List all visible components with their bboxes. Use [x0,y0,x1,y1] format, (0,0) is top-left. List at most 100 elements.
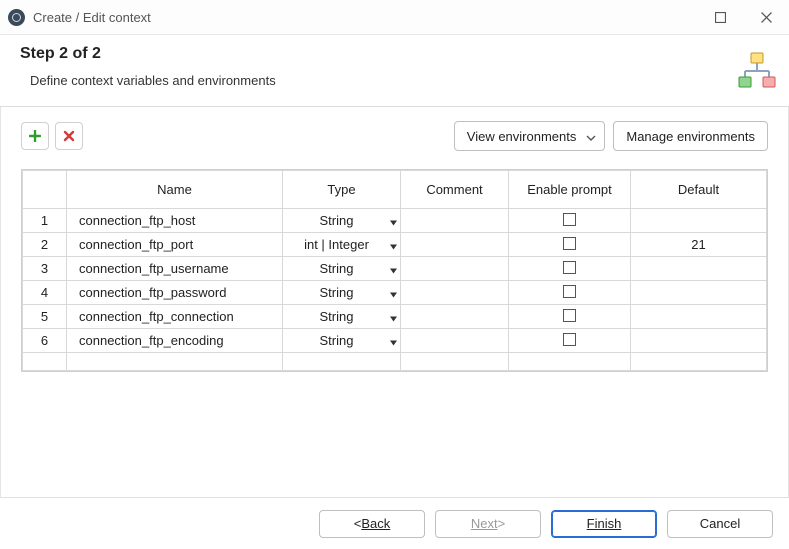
view-environments-label: View environments [467,129,577,144]
comment-cell[interactable] [401,209,509,233]
wizard-body: View environments Manage environments N [0,107,789,497]
enable-prompt-cell[interactable] [509,329,631,353]
table-row[interactable]: 5connection_ftp_connection String [23,305,767,329]
table-row[interactable]: 1connection_ftp_host String [23,209,767,233]
dropdown-caret-icon [390,213,397,228]
type-cell[interactable]: String [283,281,401,305]
enable-prompt-checkbox[interactable] [563,309,576,322]
enable-prompt-cell[interactable] [509,281,631,305]
maximize-button[interactable] [697,2,743,32]
name-cell[interactable]: connection_ftp_username [67,257,283,281]
manage-environments-button[interactable]: Manage environments [613,121,768,151]
variables-table: Name Type Comment Enable prompt Default … [22,170,767,371]
default-cell[interactable]: 21 [631,233,767,257]
table-row[interactable]: 6connection_ftp_encoding String [23,329,767,353]
table-row[interactable]: 3connection_ftp_username String [23,257,767,281]
enable-prompt-cell[interactable] [509,233,631,257]
type-cell[interactable]: String [283,209,401,233]
enable-prompt-cell[interactable] [509,305,631,329]
default-cell[interactable] [631,209,767,233]
next-button: Next > [435,510,541,538]
col-index-header[interactable] [23,171,67,209]
default-cell[interactable] [631,281,767,305]
enable-prompt-checkbox[interactable] [563,213,576,226]
row-index: 6 [23,329,67,353]
table-row[interactable]: 2connection_ftp_portint | Integer21 [23,233,767,257]
name-cell[interactable]: connection_ftp_encoding [67,329,283,353]
delete-row-button[interactable] [55,122,83,150]
row-index: 5 [23,305,67,329]
plus-icon [29,130,41,142]
type-cell[interactable]: int | Integer [283,233,401,257]
enable-prompt-checkbox[interactable] [563,333,576,346]
back-label: Back [361,516,390,531]
enable-prompt-checkbox[interactable] [563,261,576,274]
enable-prompt-cell[interactable] [509,257,631,281]
type-value: String [320,309,354,324]
enable-prompt-checkbox[interactable] [563,285,576,298]
titlebar: Create / Edit context [0,0,789,34]
col-enable-prompt-header[interactable]: Enable prompt [509,171,631,209]
close-button[interactable] [743,2,789,32]
step-subtitle: Define context variables and environment… [30,73,769,88]
dropdown-caret-icon [390,309,397,324]
chevron-down-icon [586,129,596,144]
col-name-header[interactable]: Name [67,171,283,209]
finish-label: Finish [587,516,622,531]
maximize-icon [715,12,726,23]
type-cell[interactable]: String [283,329,401,353]
row-index: 3 [23,257,67,281]
col-default-header[interactable]: Default [631,171,767,209]
variables-table-wrap: Name Type Comment Enable prompt Default … [21,169,768,372]
context-hierarchy-icon [737,51,777,91]
close-icon [761,12,772,23]
add-row-button[interactable] [21,122,49,150]
comment-cell[interactable] [401,281,509,305]
back-button[interactable]: < Back [319,510,425,538]
cancel-button[interactable]: Cancel [667,510,773,538]
type-cell[interactable]: String [283,305,401,329]
manage-environments-label: Manage environments [626,129,755,144]
view-environments-dropdown[interactable]: View environments [454,121,606,151]
back-prefix: < [354,516,362,531]
table-toolbar: View environments Manage environments [21,121,768,151]
col-comment-header[interactable]: Comment [401,171,509,209]
cancel-label: Cancel [700,516,740,531]
dropdown-caret-icon [390,237,397,252]
type-value: String [320,261,354,276]
wizard-footer: < Back Next > Finish Cancel [0,497,789,549]
row-index: 4 [23,281,67,305]
comment-cell[interactable] [401,233,509,257]
comment-cell[interactable] [401,257,509,281]
comment-cell[interactable] [401,305,509,329]
enable-prompt-cell[interactable] [509,209,631,233]
wizard-header: Step 2 of 2 Define context variables and… [0,34,789,107]
table-row[interactable]: 4connection_ftp_password String [23,281,767,305]
row-index: 1 [23,209,67,233]
name-cell[interactable]: connection_ftp_port [67,233,283,257]
dropdown-caret-icon [390,285,397,300]
comment-cell[interactable] [401,329,509,353]
default-cell[interactable] [631,257,767,281]
app-icon [8,9,25,26]
dropdown-caret-icon [390,333,397,348]
window-title: Create / Edit context [33,10,151,25]
blank-row [23,353,767,371]
name-cell[interactable]: connection_ftp_password [67,281,283,305]
next-label: Next [471,516,498,531]
name-cell[interactable]: connection_ftp_host [67,209,283,233]
type-value: String [320,285,354,300]
type-value: String [320,213,354,228]
col-type-header[interactable]: Type [283,171,401,209]
name-cell[interactable]: connection_ftp_connection [67,305,283,329]
dropdown-caret-icon [390,261,397,276]
x-icon [63,130,75,142]
enable-prompt-checkbox[interactable] [563,237,576,250]
default-cell[interactable] [631,305,767,329]
default-cell[interactable] [631,329,767,353]
type-cell[interactable]: String [283,257,401,281]
finish-button[interactable]: Finish [551,510,657,538]
type-value: String [320,333,354,348]
dialog-window: Create / Edit context Step 2 of 2 Define… [0,0,789,549]
table-header-row: Name Type Comment Enable prompt Default [23,171,767,209]
